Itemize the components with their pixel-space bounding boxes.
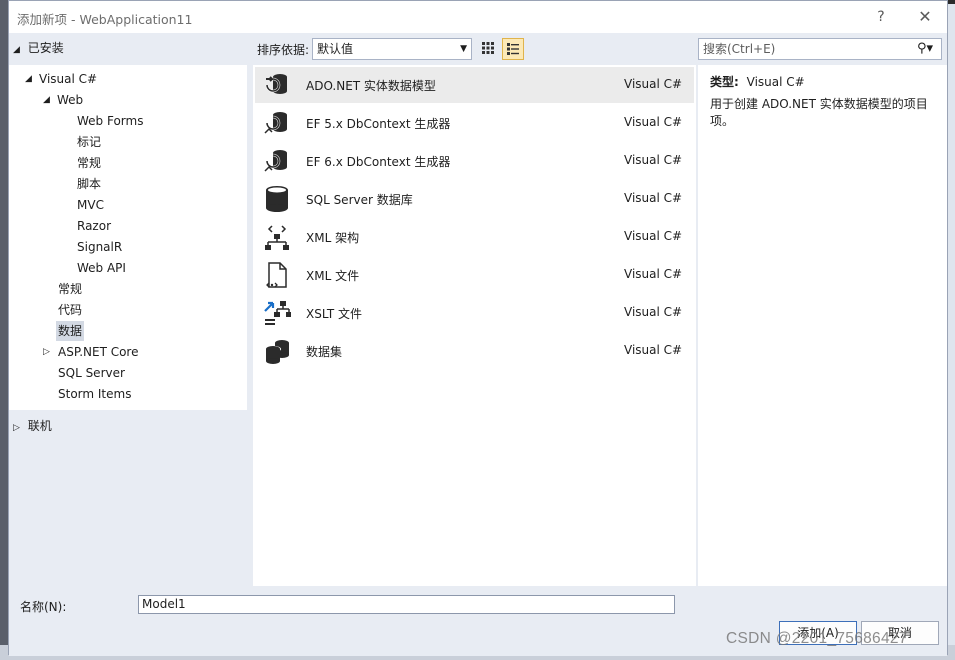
window-title: 添加新项 - WebApplication11 [17,12,193,27]
title-bar: 添加新项 - WebApplication11 ? ✕ [9,1,947,33]
item-name: XML 架构 [306,231,360,245]
xslt-file-icon [264,301,291,325]
template-list: ADO.NET 实体数据模型 Visual C# EF 5.x DbContex… [253,65,696,586]
item-language: Visual C# [624,343,683,357]
name-input[interactable]: Model1 [138,595,675,614]
item-language: Visual C# [624,77,683,91]
item-name: XSLT 文件 [306,307,363,321]
tree-item-web-api[interactable]: Web API [75,258,128,278]
expanded-triangle-icon: ◢ [43,95,50,105]
online-label: 联机 [27,419,52,433]
name-label: 名称(N): [20,600,67,614]
installed-header[interactable]: ◢ 已安装 [13,37,64,59]
list-item-ado-net-entity-model[interactable]: ADO.NET 实体数据模型 Visual C# [255,67,694,103]
list-view-button[interactable] [502,38,524,60]
list-item-xslt-file[interactable]: XSLT 文件 Visual C# [255,295,694,331]
item-language: Visual C# [624,305,683,319]
item-language: Visual C# [624,267,683,281]
close-button[interactable]: ✕ [915,7,935,27]
collapsed-triangle-icon: ▷ [43,347,50,357]
item-language: Visual C# [624,191,683,205]
grid-view-icon [482,42,494,54]
tree-item-label: ASP.NET Core [58,345,139,359]
dropdown-caret-icon: ▼ [460,44,467,54]
type-label: 类型: [710,75,739,89]
item-name: 数据集 [306,345,343,359]
item-name: XML 文件 [306,269,360,283]
search-icon[interactable]: ⚲▾ [917,39,933,59]
tree-item-code[interactable]: 代码 [56,300,84,320]
tree-item-mvc[interactable]: MVC [75,195,106,215]
detail-type: 类型: Visual C# [710,73,805,90]
item-name: EF 6.x DbContext 生成器 [306,155,451,169]
tree-item-storm-items[interactable]: Storm Items [56,384,133,404]
entity-model-icon [265,74,287,94]
installed-label: 已安装 [27,41,64,55]
list-item-dataset[interactable]: 数据集 Visual C# [255,333,694,369]
tree-item-script[interactable]: 脚本 [75,174,103,194]
xml-schema-icon [265,225,289,250]
tree-item-online[interactable]: ▷ 联机 [13,416,52,436]
dataset-icon [265,340,289,364]
csdn-watermark: CSDN @2201_75686427 [726,630,908,647]
item-name: SQL Server 数据库 [306,193,413,207]
tree-item-general[interactable]: 常规 [75,153,103,173]
tree-item-data[interactable]: 数据 [56,321,85,341]
sort-by-value: 默认值 [317,42,354,56]
tree-item-web-forms[interactable]: Web Forms [75,111,145,131]
small-icons-view-button[interactable] [477,38,499,60]
tree-item-visual-csharp[interactable]: ◢ Visual C# [23,69,99,89]
tree-item-razor[interactable]: Razor [75,216,113,236]
item-detail-pane: 类型: Visual C# 用于创建 ADO.NET 实体数据模型的项目项。 [698,65,947,586]
tree-item-label: Web [57,93,84,107]
list-item-sql-server-database[interactable]: SQL Server 数据库 Visual C# [255,181,694,217]
list-view-icon [507,43,519,55]
background-window-strip [0,0,8,660]
item-language: Visual C# [624,115,683,129]
help-button[interactable]: ? [871,7,891,27]
item-language: Visual C# [624,153,683,167]
item-name: ADO.NET 实体数据模型 [306,79,436,93]
tree-item-general-csharp[interactable]: 常规 [56,279,84,299]
tree-item-markup[interactable]: 标记 [75,132,103,152]
expand-triangle-icon: ◢ [13,45,20,55]
tree-item-web[interactable]: ◢ Web [41,90,85,110]
tree-item-sql-server[interactable]: SQL Server [56,363,127,383]
ef-generator-icon [264,112,287,134]
type-value: Visual C# [746,75,805,89]
add-new-item-dialog: 添加新项 - WebApplication11 ? ✕ ◢ 已安装 ◢ Visu… [8,0,948,656]
tree-item-label: Visual C# [39,72,98,86]
ef-generator-icon [264,150,287,172]
template-tree: ◢ Visual C# ◢ Web Web Forms 标记 常规 脚本 MVC… [9,65,247,410]
sort-by-select[interactable]: 默认值 ▼ [312,38,472,60]
search-placeholder: 搜索(Ctrl+E) [703,42,776,56]
database-icon [266,186,288,212]
item-language: Visual C# [624,229,683,243]
tree-item-signalr[interactable]: SignalR [75,237,124,257]
sort-by-label: 排序依据: [257,43,310,57]
list-item-xml-file[interactable]: XML 文件 Visual C# [255,257,694,293]
list-item-ef5-dbcontext-generator[interactable]: EF 5.x DbContext 生成器 Visual C# [255,105,694,141]
expanded-triangle-icon: ◢ [25,74,32,84]
search-input[interactable]: 搜索(Ctrl+E) ⚲▾ [698,38,942,60]
list-item-xml-schema[interactable]: XML 架构 Visual C# [255,219,694,255]
tree-item-aspnet-core[interactable]: ▷ ASP.NET Core [41,342,140,362]
item-description: 用于创建 ADO.NET 实体数据模型的项目项。 [710,97,928,128]
item-name: EF 5.x DbContext 生成器 [306,117,451,131]
dialog-body: ◢ 已安装 ◢ Visual C# ◢ Web Web Forms 标记 常规 … [9,33,947,588]
xml-file-icon [266,262,287,288]
collapsed-triangle-icon: ▷ [13,423,20,433]
list-item-ef6-dbcontext-generator[interactable]: EF 6.x DbContext 生成器 Visual C# [255,143,694,179]
